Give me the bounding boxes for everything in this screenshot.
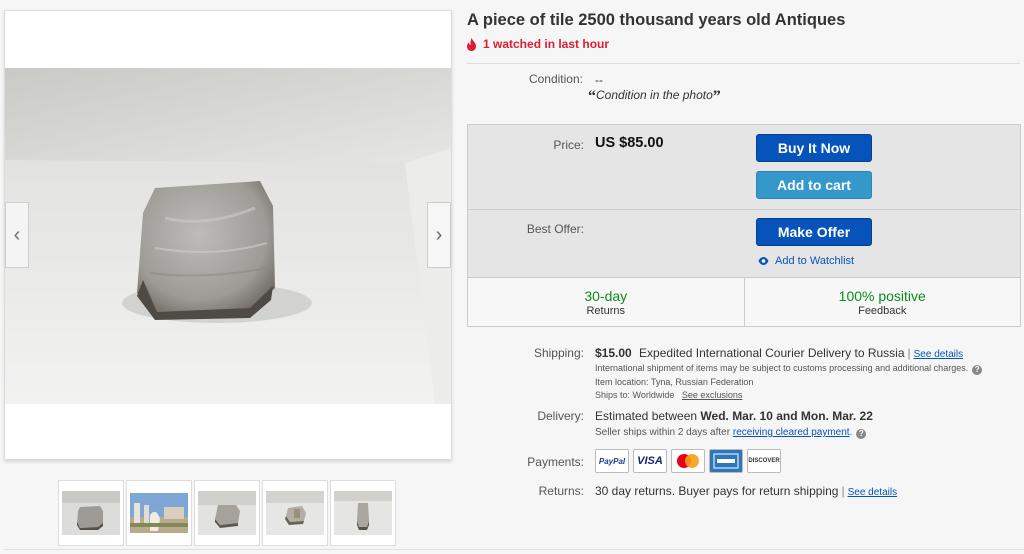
feedback-badge: 100% positive Feedback (743, 278, 1021, 326)
amex-icon (713, 453, 739, 469)
ships-to: Ships to: Worldwide See exclusions (595, 390, 742, 400)
thumbnail-4[interactable] (262, 480, 328, 546)
mastercard-logo (671, 449, 705, 473)
listing-title: A piece of tile 2500 thousand years old … (467, 11, 846, 29)
returns-see-details-link[interactable]: See details (848, 487, 897, 498)
thumbnail-image (198, 491, 256, 535)
buy-box: Price: US $85.00 Buy It Now Add to cart … (467, 124, 1021, 327)
thumbnail-strip (58, 480, 396, 546)
see-exclusions-link[interactable]: See exclusions (682, 390, 743, 400)
payment-methods: PayPal VISA DISCOVER (595, 449, 781, 473)
image-gallery: ‹ › (4, 10, 452, 460)
thumbnail-image (266, 491, 324, 535)
amex-logo (709, 449, 743, 473)
condition-label: Condition: (528, 72, 583, 86)
thumbnail-3[interactable] (194, 480, 260, 546)
discover-logo: DISCOVER (747, 449, 781, 473)
add-to-watchlist-link[interactable]: Add to Watchlist (758, 255, 854, 267)
feedback-badge-caption: Feedback (858, 304, 907, 317)
discover-logo-text: DISCOVER (748, 458, 780, 464)
eye-icon (758, 257, 769, 265)
buy-box-divider (468, 209, 1020, 210)
chevron-left-icon: ‹ (13, 223, 21, 246)
ships-within-text: Seller ships within 2 days after (595, 427, 731, 438)
returns-badge: 30-day Returns (468, 278, 744, 326)
cleared-payment-link[interactable]: receiving cleared payment (733, 427, 850, 438)
thumbnail-5[interactable] (330, 480, 396, 546)
best-offer-label: Best Offer: (526, 222, 584, 236)
thumbnail-2[interactable] (126, 480, 192, 546)
returns-badge-title: 30-day (584, 287, 628, 304)
condition-note: “Condition in the photo” (588, 88, 721, 106)
returns-label: Returns: (538, 484, 584, 498)
shipping-value: $15.00 Expedited International Courier D… (595, 346, 963, 360)
price-label: Price: (553, 138, 584, 152)
thumbnail-image (334, 491, 392, 535)
pipe-separator: | (841, 484, 845, 498)
customs-note-text: International shipment of items may be s… (595, 363, 969, 373)
returns-value: 30 day returns. Buyer pays for return sh… (595, 484, 897, 498)
price-value: US $85.00 (595, 135, 664, 151)
add-to-watchlist-text: Add to Watchlist (775, 255, 855, 267)
fire-icon (467, 37, 476, 51)
customs-note: International shipment of items may be s… (595, 363, 983, 375)
title-divider (467, 63, 1020, 64)
paypal-logo-text: PayPal (598, 456, 626, 466)
shipping-price: $15.00 (595, 346, 632, 360)
shipping-see-details-link[interactable]: See details (914, 349, 963, 360)
tile-photo-image (5, 68, 451, 404)
thumbnail-image (130, 493, 188, 533)
shipping-label: Shipping: (533, 346, 584, 360)
pipe-separator: | (907, 346, 911, 360)
next-image-button[interactable]: › (427, 202, 451, 268)
add-to-cart-button[interactable]: Add to cart (756, 171, 872, 199)
feedback-badge-title: 100% positive (838, 287, 926, 304)
main-product-photo[interactable] (5, 68, 451, 404)
shipping-method: Expedited International Courier Delivery… (639, 346, 905, 360)
chevron-right-icon: › (435, 223, 443, 246)
ships-to-text: Ships to: Worldwide (595, 390, 675, 400)
thumbnail-1[interactable] (58, 480, 124, 546)
section-divider (4, 549, 1024, 550)
condition-value: -- (595, 73, 603, 87)
buy-it-now-button[interactable]: Buy It Now (756, 134, 872, 162)
delivery-dates: Wed. Mar. 10 and Mon. Mar. 22 (700, 409, 873, 423)
make-offer-button[interactable]: Make Offer (756, 218, 872, 246)
delivery-label: Delivery: (537, 409, 584, 423)
mastercard-icon (677, 454, 699, 468)
delivery-prefix: Estimated between (595, 409, 698, 423)
previous-image-button[interactable]: ‹ (5, 202, 29, 268)
item-location: Item location: Tyna, Russian Federation (595, 377, 754, 387)
condition-note-text: Condition in the photo (596, 88, 713, 102)
watch-activity-text: 1 watched in last hour (483, 37, 610, 51)
returns-text: 30 day returns. Buyer pays for return sh… (595, 484, 839, 498)
paypal-logo: PayPal (595, 449, 629, 473)
help-icon[interactable]: ? (972, 364, 983, 375)
delivery-value: Estimated between Wed. Mar. 10 and Mon. … (595, 409, 873, 423)
watch-activity: 1 watched in last hour (466, 37, 609, 51)
payments-label: Payments: (527, 455, 584, 469)
seller-ships-note: Seller ships within 2 days after receivi… (595, 427, 867, 439)
thumbnail-image (62, 491, 120, 535)
returns-badge-caption: Returns (586, 304, 626, 317)
visa-logo-text: VISA (637, 455, 663, 467)
close-quote-icon: ” (712, 88, 721, 105)
seller-badges: 30-day Returns 100% positive Feedback (468, 277, 1020, 326)
help-icon[interactable]: ? (856, 428, 867, 439)
visa-logo: VISA (633, 449, 667, 473)
open-quote-icon: “ (588, 88, 596, 105)
